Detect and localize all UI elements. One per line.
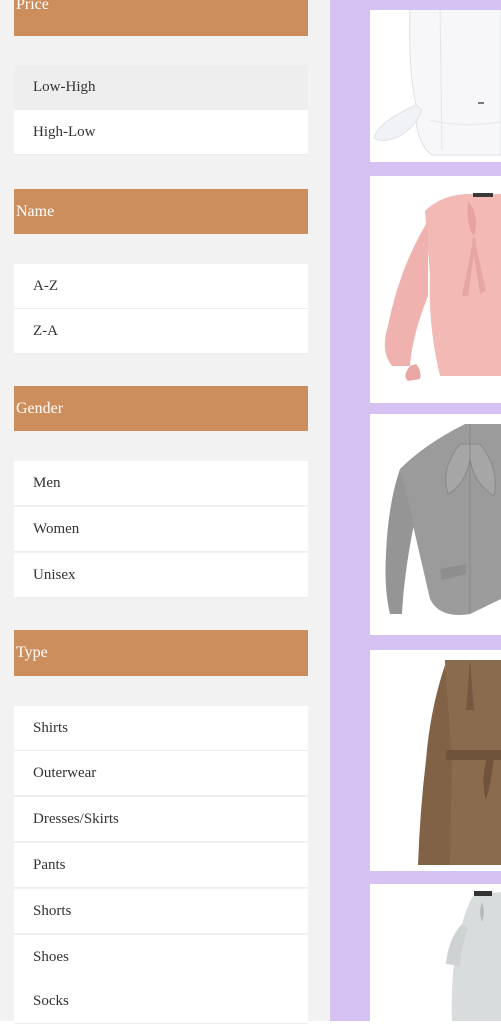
type-option-dresses-skirts[interactable]: Dresses/Skirts [14, 797, 308, 842]
price-option-high-low[interactable]: High-Low [14, 110, 308, 155]
gender-filter-header: Gender [14, 386, 308, 431]
gender-option-unisex[interactable]: Unisex [14, 553, 308, 598]
price-option-low-high[interactable]: Low-High [14, 65, 308, 110]
filter-option-label: Z-A [33, 322, 58, 339]
filter-option-label: Socks [33, 992, 69, 1009]
filter-option-label: Shoes [33, 948, 69, 965]
white-shirt-image [373, 10, 501, 156]
filter-option-label: High-Low [33, 123, 96, 140]
name-option-z-a[interactable]: Z-A [14, 309, 308, 354]
price-filter-title: Price [16, 0, 49, 13]
brown-belted-coat-image [418, 660, 501, 865]
type-option-shorts[interactable]: Shorts [14, 889, 308, 934]
gender-option-women[interactable]: Women [14, 507, 308, 552]
pink-bow-blouse-image [384, 193, 501, 381]
filter-option-label: Men [33, 474, 61, 491]
product-card[interactable] [370, 650, 501, 871]
filter-sidebar: Price Low-High High-Low Name A-Z Z-A Gen… [0, 0, 330, 1024]
filter-option-label: Unisex [33, 566, 76, 583]
filter-option-label: Women [33, 520, 80, 537]
name-filter-title: Name [16, 202, 55, 220]
name-filter-header: Name [14, 189, 308, 234]
type-filter-title: Type [16, 644, 48, 661]
product-card[interactable] [370, 884, 501, 1021]
filter-option-label: Dresses/Skirts [33, 810, 119, 827]
type-option-shoes[interactable]: Shoes [14, 935, 308, 980]
price-filter-header: Price [14, 0, 308, 36]
type-option-pants[interactable]: Pants [14, 843, 308, 888]
type-option-socks[interactable]: Socks [14, 979, 308, 1024]
gender-filter-title: Gender [16, 399, 64, 417]
filter-option-label: Pants [33, 856, 66, 873]
product-card[interactable] [370, 176, 501, 403]
gray-bow-jacket-image [385, 424, 501, 615]
product-card[interactable] [370, 414, 501, 635]
type-option-outerwear[interactable]: Outerwear [14, 751, 308, 796]
filter-option-label: A-Z [33, 277, 58, 294]
name-option-a-z[interactable]: A-Z [14, 264, 308, 309]
type-filter-header: Type [14, 630, 308, 676]
filter-option-label: Shirts [33, 719, 69, 736]
filter-option-label: Outerwear [33, 764, 97, 781]
product-grid [330, 0, 501, 1021]
filter-option-label: Shorts [33, 902, 72, 919]
product-card[interactable] [370, 10, 501, 162]
filter-option-label: Low-High [33, 78, 96, 95]
gender-option-men[interactable]: Men [14, 461, 308, 506]
type-option-shirts[interactable]: Shirts [14, 706, 308, 751]
gray-dress-image [446, 891, 501, 1021]
